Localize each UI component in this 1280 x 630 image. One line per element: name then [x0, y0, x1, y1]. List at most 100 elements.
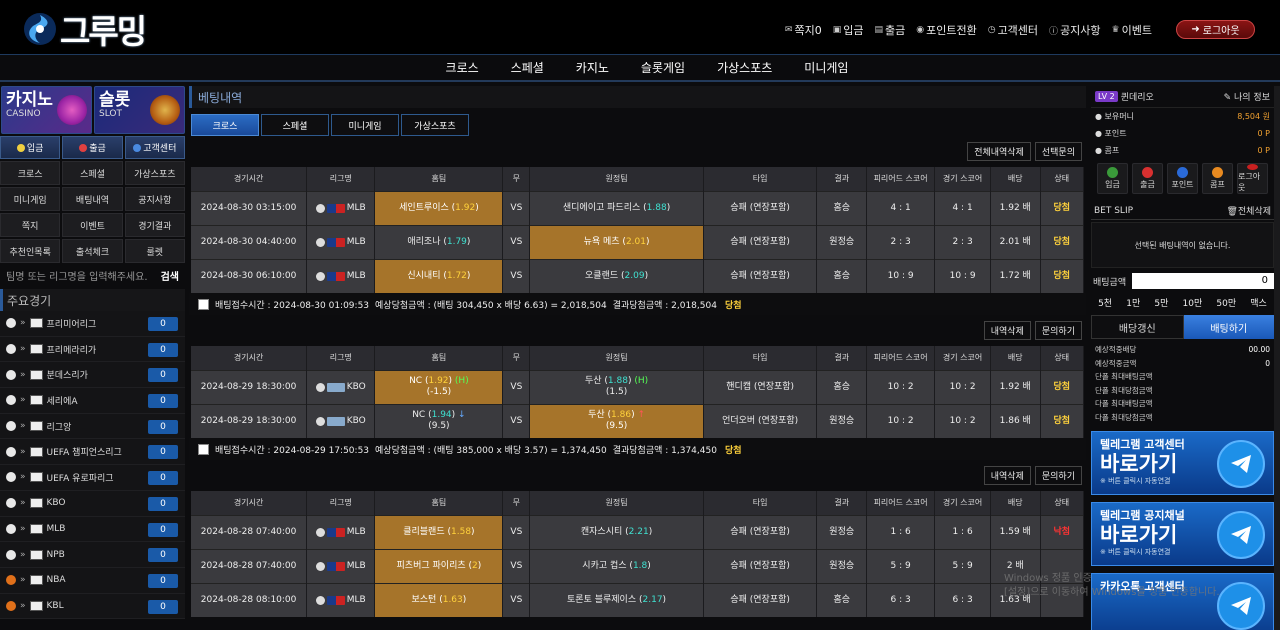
- quick-action-button[interactable]: 입금: [1097, 163, 1128, 194]
- league-item[interactable]: » 세리에A 0: [0, 388, 185, 414]
- home-team-cell[interactable]: NC (1.94) ↓ (9.5): [374, 403, 504, 438]
- away-team-cell[interactable]: 뉴욕 메츠 (2.01): [529, 224, 704, 259]
- quick-amount-button[interactable]: 1만: [1126, 296, 1140, 309]
- promo-banner[interactable]: 텔레그램 공지채널 바로가기 ※ 버튼 클릭시 자동연결: [1091, 502, 1274, 566]
- topnav-item-5[interactable]: ⓘ 공지사항: [1049, 22, 1101, 38]
- league-item[interactable]: » 분데스리가 0: [0, 362, 185, 389]
- slot-banner[interactable]: 슬롯 SLOT: [94, 86, 185, 134]
- promo-banner[interactable]: 텔레그램 고객센터 바로가기 ※ 버튼 클릭시 자동연결: [1091, 431, 1274, 495]
- sidebar-menu-item[interactable]: 가상스포츠: [124, 161, 185, 185]
- quick-amount-button[interactable]: 10만: [1183, 296, 1203, 309]
- quick-amount-button[interactable]: 맥스: [1250, 296, 1267, 309]
- sidebar-menu-item[interactable]: 이벤트: [62, 213, 123, 237]
- league-item[interactable]: » NBA 0: [0, 567, 185, 594]
- topnav-item-0[interactable]: ✉ 쪽지0: [785, 22, 822, 38]
- topnav-item-1[interactable]: ▣ 입금: [833, 22, 864, 38]
- mainnav-item[interactable]: 카지노: [576, 59, 609, 76]
- home-team-cell[interactable]: 애리조나 (1.79): [374, 224, 504, 259]
- league-item[interactable]: » KBO 0: [0, 490, 185, 517]
- table-row[interactable]: 2024-08-29 18:30:00 KBO NC (1.94) ↓ (9.5) VS…: [191, 403, 1085, 438]
- league-item[interactable]: » MLB 0: [0, 516, 185, 543]
- my-info-link[interactable]: ✎ 나의 정보: [1224, 90, 1270, 103]
- place-bet-button[interactable]: 배팅하기: [1183, 315, 1274, 339]
- sidebar-menu-item[interactable]: 경기결과: [124, 213, 185, 237]
- league-item[interactable]: » 프리미어리그 0: [0, 311, 185, 337]
- search-button[interactable]: 검색: [161, 268, 179, 283]
- away-team-cell[interactable]: 두산 (1.88) (H) (1.5): [529, 369, 704, 404]
- away-team-cell[interactable]: 토론토 블루제이스 (2.17): [529, 582, 704, 617]
- sidebar-menu-item[interactable]: 추천인목록: [0, 239, 61, 263]
- sidebar-menu-item[interactable]: 배팅내역: [62, 187, 123, 211]
- away-team-cell[interactable]: 샌디에이고 파드리스 (1.88): [529, 190, 704, 225]
- delete-button[interactable]: 전체내역삭제: [967, 142, 1031, 161]
- sidebar-menu-item[interactable]: 룰렛: [124, 239, 185, 263]
- mainnav-item[interactable]: 스페셜: [511, 59, 544, 76]
- brand-logo[interactable]: 그루밍: [22, 10, 147, 51]
- sidebar-menu-item[interactable]: 출석체크: [62, 239, 123, 263]
- table-row[interactable]: 2024-08-29 18:30:00 KBO NC (1.92) (H) (-1.5…: [191, 369, 1085, 404]
- casino-banner[interactable]: 카지노 CASINO: [1, 86, 92, 134]
- bet-amount-input[interactable]: 0: [1132, 273, 1274, 289]
- quick-action-button[interactable]: 출금: [1132, 163, 1163, 194]
- quick-amount-button[interactable]: 5만: [1154, 296, 1168, 309]
- search-input[interactable]: 팀명 또는 리그명을 입력해주세요.: [6, 268, 148, 283]
- tab-1[interactable]: 스페셜: [261, 114, 329, 136]
- table-row[interactable]: 2024-08-30 03:15:00 MLB 세인트루이스 (1.92) VS 샌디에…: [191, 190, 1085, 225]
- league-item[interactable]: » KBL 0: [0, 593, 185, 620]
- league-item[interactable]: » 리그앙 0: [0, 413, 185, 440]
- sidebar-menu-item[interactable]: 스페셜: [62, 161, 123, 185]
- clear-all-button[interactable]: 🗑전체삭제: [1226, 204, 1271, 217]
- table-row[interactable]: 2024-08-30 06:10:00 MLB 신시내티 (1.72) VS 오클랜드 …: [191, 258, 1085, 293]
- delete-button[interactable]: 내역삭제: [983, 466, 1031, 485]
- mainnav-item[interactable]: 슬롯게임: [641, 59, 685, 76]
- mainnav-item[interactable]: 가상스포츠: [717, 59, 772, 76]
- table-row[interactable]: 2024-08-30 04:40:00 MLB 애리조나 (1.79) VS 뉴욕 메츠…: [191, 224, 1085, 259]
- logout-button[interactable]: ➜ 로그아웃: [1176, 20, 1255, 39]
- mainnav-item[interactable]: 미니게임: [804, 59, 848, 76]
- tab-3[interactable]: 가상스포츠: [401, 114, 469, 136]
- quick-amount-button[interactable]: 5천: [1098, 296, 1112, 309]
- league-item[interactable]: » NPB 0: [0, 542, 185, 568]
- away-team-cell[interactable]: 캔자스시티 (2.21): [529, 514, 704, 549]
- league-item[interactable]: » UEFA 유로파리그 0: [0, 465, 185, 491]
- home-team-cell[interactable]: 피츠버그 파이리츠 (2): [374, 548, 504, 583]
- page-scrollbar[interactable]: [1274, 86, 1280, 630]
- sidebar-menu-item[interactable]: 쪽지: [0, 213, 61, 237]
- away-team-cell[interactable]: 시카고 컵스 (1.8): [529, 548, 704, 583]
- inquiry-button[interactable]: 문의하기: [1034, 321, 1082, 340]
- away-team-cell[interactable]: 두산 (1.86) ↑ (9.5): [529, 403, 704, 438]
- quick-action-button[interactable]: 콤프: [1202, 163, 1233, 194]
- table-row[interactable]: 2024-08-28 07:40:00 MLB 피츠버그 파이리츠 (2) VS 시카고…: [191, 548, 1085, 583]
- topnav-item-2[interactable]: ▤ 출금: [874, 22, 905, 38]
- delete-button[interactable]: 내역삭제: [983, 321, 1031, 340]
- sidebar-menu-item[interactable]: 크로스: [0, 161, 61, 185]
- home-team-cell[interactable]: NC (1.92) (H) (-1.5): [374, 369, 504, 404]
- quick-action-button[interactable]: 로그아웃: [1237, 163, 1268, 194]
- quick-action-button[interactable]: 포인트: [1167, 163, 1198, 194]
- sidebar-menu-item[interactable]: 공지사항: [124, 187, 185, 211]
- select-checkbox[interactable]: [198, 298, 209, 310]
- league-item[interactable]: » UEFA 챔피언스리그 0: [0, 439, 185, 466]
- topnav-item-4[interactable]: ◷ 고객센터: [988, 22, 1038, 38]
- quick-button-0[interactable]: 입금: [0, 136, 61, 159]
- table-row[interactable]: 2024-08-28 08:10:00 MLB 보스턴 (1.63) VS 토론토 블루…: [191, 582, 1085, 617]
- quick-button-2[interactable]: 고객센터: [124, 136, 185, 159]
- home-team-cell[interactable]: 신시내티 (1.72): [374, 258, 504, 293]
- table-row[interactable]: 2024-08-28 07:40:00 MLB 클리블랜드 (1.58) VS 캔자스시…: [191, 514, 1085, 549]
- home-team-cell[interactable]: 세인트루이스 (1.92): [374, 190, 504, 225]
- topnav-item-3[interactable]: ◉ 포인트전환: [916, 22, 976, 38]
- tab-0[interactable]: 크로스: [191, 114, 259, 136]
- sidebar-menu-item[interactable]: 미니게임: [0, 187, 61, 211]
- away-team-cell[interactable]: 오클랜드 (2.09): [529, 258, 704, 293]
- tab-2[interactable]: 미니게임: [331, 114, 399, 136]
- home-team-cell[interactable]: 보스턴 (1.63): [374, 582, 504, 617]
- select-checkbox[interactable]: [198, 443, 209, 455]
- refresh-odds-button[interactable]: 배당갱신: [1091, 315, 1184, 339]
- quick-button-1[interactable]: 출금: [62, 136, 123, 159]
- home-team-cell[interactable]: 클리블랜드 (1.58): [374, 514, 504, 549]
- inquiry-button[interactable]: 선택문의: [1034, 142, 1082, 161]
- topnav-item-6[interactable]: ♛ 이벤트: [1112, 22, 1152, 38]
- inquiry-button[interactable]: 문의하기: [1034, 466, 1082, 485]
- mainnav-item[interactable]: 크로스: [446, 59, 479, 76]
- league-item[interactable]: » 프리메라리가 0: [0, 336, 185, 363]
